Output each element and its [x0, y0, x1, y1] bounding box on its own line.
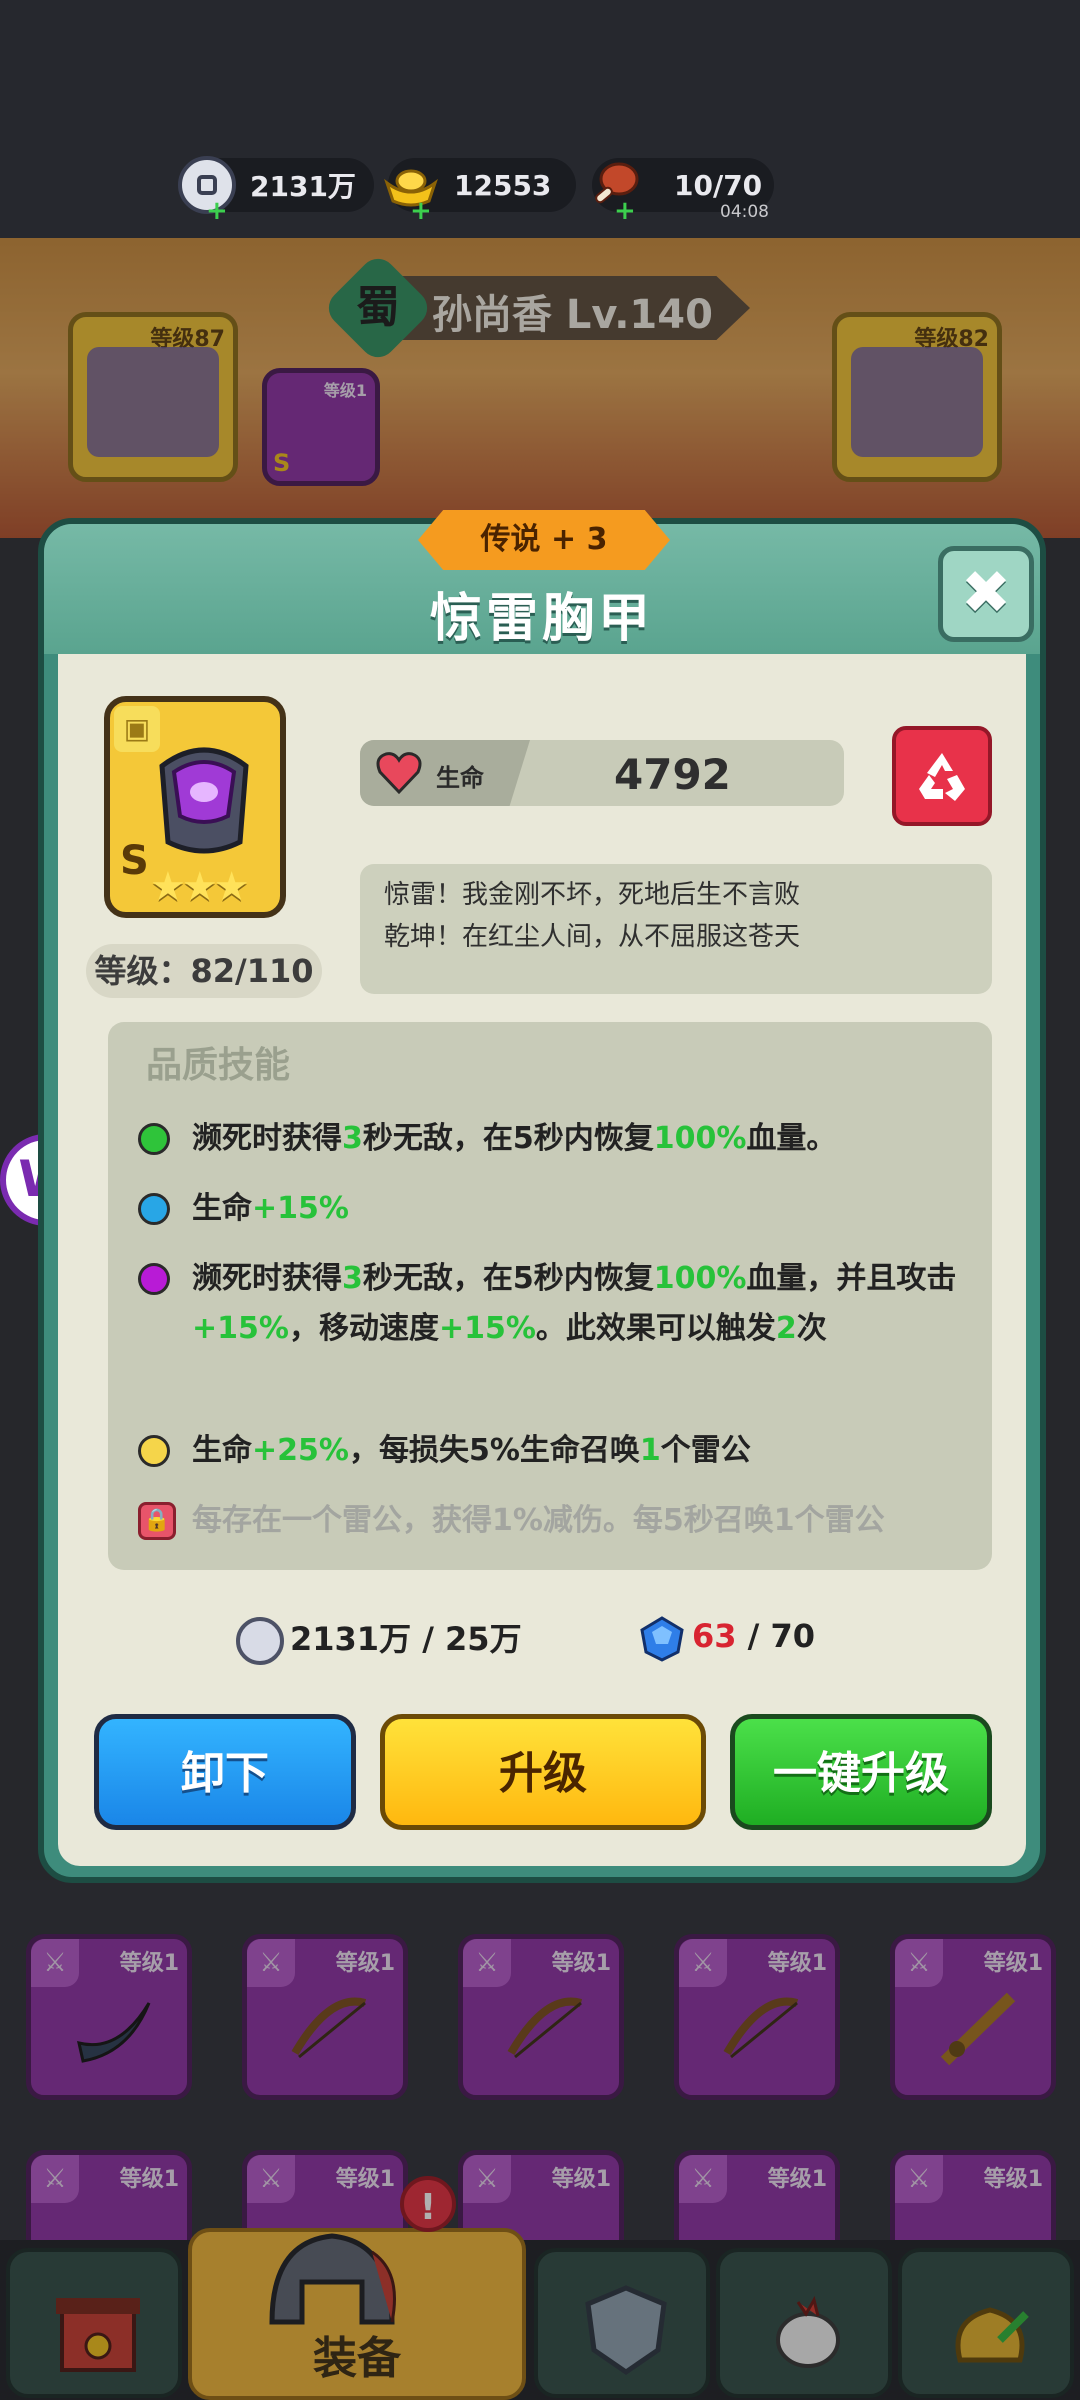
- coin-amount: 2131万: [250, 170, 356, 203]
- equipment-description: 惊雷！我金刚不坏，死地后生不言败 乾坤！在红尘人间，从不屈服这苍天: [360, 864, 992, 994]
- green-dot-icon: [138, 1123, 170, 1155]
- stamina-plus-icon[interactable]: +: [614, 196, 636, 226]
- skill-row: 濒死时获得3秒无敌，在5秒内恢复100%血量，并且攻击+15%，移动速度+15%…: [138, 1254, 972, 1354]
- recycle-icon: [919, 753, 965, 801]
- locked-skill-text: 每存在一个雷公，获得1%减伤。每5秒召唤1个雷公: [192, 1503, 885, 1538]
- stamina-counter[interactable]: 10/70 04:08 +: [592, 158, 774, 226]
- description-line: 惊雷！我金刚不坏，死地后生不言败: [384, 880, 801, 910]
- lock-icon: 🔒: [138, 1502, 176, 1540]
- yellow-dot-icon: [138, 1435, 170, 1467]
- purple-dot-icon: [138, 1263, 170, 1295]
- skill-row: 生命+25%，每损失5%生命召唤1个雷公: [138, 1426, 972, 1476]
- blue-gem-icon: [640, 1616, 684, 1662]
- stat-label: 生命: [436, 764, 484, 792]
- recycle-button[interactable]: [892, 726, 992, 826]
- gold-counter[interactable]: 12553 +: [384, 158, 576, 226]
- close-button[interactable]: ✖: [938, 546, 1034, 642]
- skill-text: 生命+15%: [192, 1191, 349, 1226]
- grade-letter: S: [120, 838, 149, 884]
- skill-text: 濒死时获得3秒无敌，在5秒内恢复100%血量。: [192, 1121, 837, 1156]
- skills-title: 品质技能: [146, 1045, 291, 1086]
- stamina-amount: 10/70: [674, 168, 763, 202]
- gem-cost: 63 / 70: [638, 1614, 815, 1662]
- rarity-banner: 传说 + 3: [418, 510, 670, 570]
- one-click-upgrade-button[interactable]: 一键升级: [730, 1714, 992, 1830]
- upgrade-button[interactable]: 升级: [380, 1714, 706, 1830]
- hp-stat: 生命 4792: [360, 740, 844, 806]
- description-line: 乾坤！在红尘人间，从不屈服这苍天: [384, 922, 801, 952]
- gem-required: / 70: [736, 1617, 816, 1655]
- skill-text: 濒死时获得3秒无敌，在5秒内恢复100%血量，并且攻击+15%，移动速度+15%…: [192, 1261, 957, 1346]
- locked-skill-row: 🔒 每存在一个雷公，获得1%减伤。每5秒召唤1个雷公: [138, 1496, 972, 1546]
- silver-coin-icon: [236, 1617, 284, 1665]
- equipment-portrait: ▣ S ★★★: [104, 696, 286, 918]
- gem-owned: 63: [692, 1617, 737, 1655]
- dialog-title: 惊雷胸甲: [429, 589, 654, 649]
- stat-value: 4792: [614, 750, 731, 799]
- skill-row: 生命+15%: [138, 1184, 972, 1234]
- coin-cost: 2131万 / 25万: [236, 1614, 522, 1665]
- equipment-detail-dialog: 传说 + 3 惊雷胸甲 ✖ ▣ S ★★★ 等级：82/110 生命 4792: [38, 510, 1046, 1883]
- gold-plus-icon[interactable]: +: [410, 196, 432, 226]
- coin-cost-text: 2131万 / 25万: [290, 1620, 522, 1658]
- quality-skills-panel[interactable]: 品质技能 濒死时获得3秒无敌，在5秒内恢复100%血量。 生命+15% 濒死时获…: [108, 1022, 992, 1570]
- coin-counter[interactable]: 2131万 +: [178, 156, 374, 226]
- coin-plus-icon[interactable]: +: [206, 196, 228, 226]
- stamina-timer: 04:08: [720, 202, 769, 222]
- thunder-chestplate-icon: [159, 747, 249, 854]
- star-rating-icon: ★★★: [150, 864, 250, 910]
- heart-icon: [376, 752, 422, 795]
- gold-amount: 12553: [454, 168, 552, 202]
- dialog-body: ▣ S ★★★ 等级：82/110 生命 4792 惊雷！我金刚不坏，死地后生不…: [58, 654, 1026, 1866]
- unequip-button[interactable]: 卸下: [94, 1714, 356, 1830]
- blue-dot-icon: [138, 1193, 170, 1225]
- skill-text: 生命+25%，每损失5%生命召唤1个雷公: [192, 1433, 751, 1468]
- equipment-level: 等级：82/110: [86, 944, 322, 998]
- skill-row: 濒死时获得3秒无敌，在5秒内恢复100%血量。: [138, 1114, 972, 1164]
